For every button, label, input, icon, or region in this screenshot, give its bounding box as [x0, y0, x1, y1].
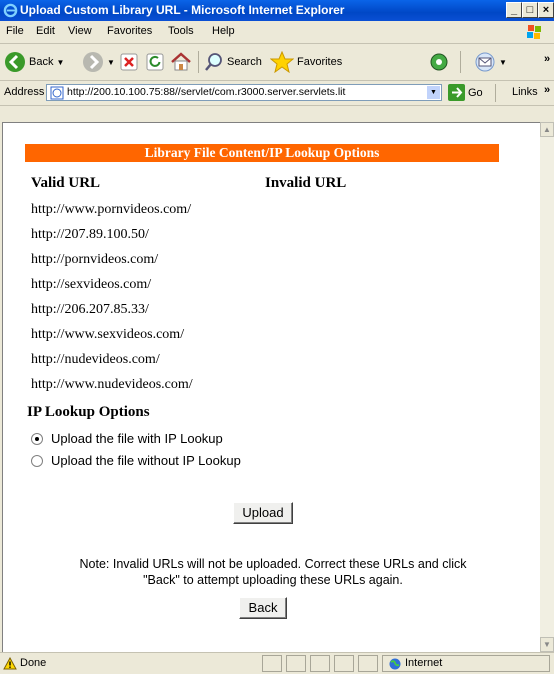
scroll-up-arrow-icon[interactable]: ▲ — [540, 122, 554, 137]
valid-url-item: http://nudevideos.com/ — [31, 352, 160, 367]
media-icon — [430, 53, 448, 71]
valid-url-header: Valid URL — [31, 175, 101, 191]
status-pane — [286, 655, 306, 672]
note-line-1: Note: Invalid URLs will not be uploaded.… — [79, 557, 467, 571]
menu-edit[interactable]: Edit — [36, 25, 55, 37]
mail-icon — [475, 52, 495, 72]
forward-toolbar-button[interactable]: ▼ — [82, 49, 115, 75]
windows-flag-icon — [527, 25, 541, 39]
valid-url-item: http://sexvideos.com/ — [31, 277, 152, 292]
valid-url-item: http://206.207.85.33/ — [31, 302, 149, 317]
address-dropdown-icon[interactable]: ▼ — [427, 86, 440, 99]
toolbar-spacer — [0, 106, 554, 122]
page-icon — [50, 86, 64, 100]
links-overflow-chevron[interactable]: » — [544, 84, 550, 96]
address-input[interactable]: http://200.10.100.75:88//servlet/com.r30… — [46, 84, 442, 101]
mail-button[interactable]: ▼ — [474, 49, 507, 75]
back-button[interactable]: Back — [239, 597, 287, 619]
standard-toolbar: Back ▼ ▼ Search Favorites ▼ » — [0, 44, 554, 81]
status-bar: Done Internet — [0, 652, 554, 674]
go-button[interactable]: Go — [448, 84, 483, 101]
back-toolbar-label: Back — [29, 56, 54, 68]
media-button[interactable] — [428, 49, 450, 75]
maximize-button[interactable]: □ — [522, 2, 538, 18]
favorites-toolbar-label: Favorites — [297, 56, 343, 68]
toolbar-overflow-chevron[interactable]: » — [544, 53, 550, 65]
home-icon — [171, 52, 191, 71]
menu-favorites[interactable]: Favorites — [107, 25, 152, 37]
window-title: Upload Custom Library URL - Microsoft In… — [20, 3, 345, 17]
links-button[interactable]: Links — [512, 86, 538, 98]
address-bar: Address http://200.10.100.75:88//servlet… — [0, 81, 554, 106]
status-pane — [262, 655, 282, 672]
upload-button[interactable]: Upload — [233, 502, 293, 524]
browser-window: Upload Custom Library URL - Microsoft In… — [0, 0, 554, 674]
valid-url-item: http://www.pornvideos.com/ — [31, 202, 192, 217]
close-button[interactable]: × — [538, 2, 554, 18]
status-pane — [358, 655, 378, 672]
stop-icon — [120, 53, 138, 71]
status-pane — [310, 655, 330, 672]
status-text: Done — [20, 657, 47, 669]
title-bar: Upload Custom Library URL - Microsoft In… — [0, 0, 554, 21]
favorites-star-icon — [270, 51, 294, 73]
back-arrow-icon — [5, 52, 25, 72]
valid-url-item: http://207.89.100.50/ — [31, 227, 149, 242]
page-banner: Library File Content/IP Lookup Options — [25, 144, 499, 162]
address-separator — [495, 84, 496, 102]
menu-file[interactable]: File — [6, 25, 24, 37]
menu-view[interactable]: View — [68, 25, 92, 37]
menu-tools[interactable]: Tools — [168, 25, 194, 37]
vertical-scrollbar[interactable]: ▲ ▼ — [540, 122, 554, 652]
globe-icon — [389, 658, 401, 670]
with-ip-lookup-radio[interactable] — [31, 433, 43, 445]
forward-dropdown-icon[interactable]: ▼ — [107, 58, 115, 67]
go-arrow-icon — [448, 84, 465, 101]
search-toolbar-label: Search — [227, 56, 262, 68]
status-pane — [334, 655, 354, 672]
address-label: Address — [4, 86, 45, 98]
with-ip-lookup-label[interactable]: Upload the file with IP Lookup — [51, 431, 223, 446]
invalid-url-note: Note: Invalid URLs will not be uploaded.… — [23, 556, 523, 588]
without-ip-lookup-label[interactable]: Upload the file without IP Lookup — [51, 453, 241, 468]
toolbar-separator — [460, 51, 461, 73]
minimize-button[interactable]: _ — [506, 2, 522, 18]
back-toolbar-button[interactable]: Back ▼ — [4, 49, 64, 75]
menu-help[interactable]: Help — [212, 25, 235, 37]
ie-logo-icon — [3, 3, 18, 18]
valid-url-item: http://www.nudevideos.com/ — [31, 377, 193, 392]
page-content: Library File Content/IP Lookup Options V… — [2, 122, 541, 653]
back-dropdown-icon[interactable]: ▼ — [56, 58, 64, 67]
zone-label: Internet — [405, 657, 443, 669]
address-url: http://200.10.100.75:88//servlet/com.r30… — [67, 86, 346, 98]
search-toolbar-button[interactable]: Search — [204, 49, 262, 75]
valid-url-item: http://pornvideos.com/ — [31, 252, 159, 267]
refresh-icon — [146, 53, 164, 71]
mail-dropdown-icon[interactable]: ▼ — [499, 58, 507, 67]
invalid-url-header: Invalid URL — [265, 175, 347, 191]
refresh-button[interactable] — [146, 49, 164, 75]
without-ip-lookup-radio[interactable] — [31, 455, 43, 467]
warning-icon — [3, 657, 17, 670]
note-line-2: "Back" to attempt uploading these URLs a… — [143, 573, 403, 587]
ip-lookup-options-header: IP Lookup Options — [27, 404, 150, 420]
favorites-toolbar-button[interactable]: Favorites — [270, 49, 342, 75]
zone-pane: Internet — [382, 655, 550, 672]
go-label: Go — [468, 86, 483, 99]
home-button[interactable] — [170, 49, 192, 75]
scroll-down-arrow-icon[interactable]: ▼ — [540, 637, 554, 652]
valid-url-item: http://www.sexvideos.com/ — [31, 327, 185, 342]
search-icon — [205, 53, 222, 71]
stop-button[interactable] — [120, 49, 138, 75]
forward-arrow-icon — [83, 52, 103, 72]
toolbar-separator — [198, 51, 199, 73]
menu-bar: File Edit View Favorites Tools Help — [0, 21, 554, 44]
